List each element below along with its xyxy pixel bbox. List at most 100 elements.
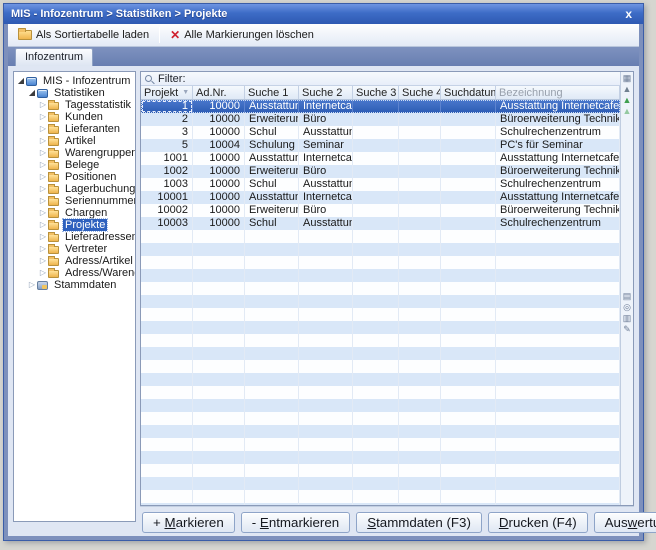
table-row[interactable]: 310000SchulAusstattunSchulrechenzentrum	[141, 126, 620, 139]
column-header-label: Suche 4	[402, 87, 441, 99]
table-cell: Ausstattun	[299, 178, 353, 191]
expand-arrow-icon[interactable]: ▷	[38, 147, 48, 159]
column-header-suche-4[interactable]: Suche 4	[399, 86, 441, 99]
mark-button[interactable]: + Markieren	[142, 512, 235, 533]
master-data-button[interactable]: Stammdaten (F3)	[356, 512, 482, 533]
tree-item-artikel[interactable]: ▷Artikel	[14, 135, 135, 147]
print-button[interactable]: Drucken (F4)	[488, 512, 588, 533]
tree-item-projekte[interactable]: ▷Projekte	[14, 219, 135, 231]
table-cell	[353, 321, 399, 334]
table-cell	[353, 243, 399, 256]
column-header-suchdatum[interactable]: Suchdatum	[441, 86, 496, 99]
records-icon[interactable]	[622, 291, 633, 302]
tree-item-statistiken[interactable]: ◢Statistiken	[14, 87, 135, 99]
layout-icon[interactable]	[622, 313, 633, 324]
table-row[interactable]: 100210000ErweiterunBüroBüroerweiterung T…	[141, 165, 620, 178]
tree-item-vertreter[interactable]: ▷Vertreter	[14, 243, 135, 255]
tree-item-tagesstatistik[interactable]: ▷Tagesstatistik	[14, 99, 135, 111]
expand-arrow-icon[interactable]: ▷	[38, 159, 48, 171]
column-header-suche-2[interactable]: Suche 2	[299, 86, 353, 99]
column-header-ad-nr[interactable]: Ad.Nr.	[193, 86, 245, 99]
tree-item-warengruppen[interactable]: ▷Warengruppen	[14, 147, 135, 159]
table-row[interactable]: 110000AusstattunInternetcaAusstattung In…	[141, 100, 620, 113]
tree-item-lagerbuchungen[interactable]: ▷Lagerbuchungen	[14, 183, 135, 195]
load-as-sort-table-button-label: Als Sortiertabelle laden	[36, 29, 149, 41]
expand-arrow-icon[interactable]: ▷	[38, 255, 48, 267]
expand-arrow-icon[interactable]: ▷	[38, 219, 48, 231]
expand-arrow-icon[interactable]: ▷	[38, 171, 48, 183]
main-toolbar: Als Sortiertabelle laden ✕Alle Markierung…	[8, 24, 639, 47]
tree-item-chargen[interactable]: ▷Chargen	[14, 207, 135, 219]
table-row[interactable]: 1000310000SchulAusstattunSchulrechenzent…	[141, 217, 620, 230]
collapse-arrow-icon[interactable]: ◢	[27, 87, 37, 99]
folder-icon	[48, 269, 60, 278]
filter-row[interactable]: Filter:	[141, 72, 620, 86]
table-row[interactable]: 1000210000ErweiterunBüroBüroerweiterung …	[141, 204, 620, 217]
folder-icon	[48, 257, 60, 266]
column-header-suche-1[interactable]: Suche 1	[245, 86, 299, 99]
zoom-icon[interactable]	[622, 302, 633, 313]
scroll-prev-icon[interactable]	[622, 106, 633, 117]
table-cell	[299, 282, 353, 295]
table-cell: 10000	[193, 217, 245, 230]
empty-table-row	[141, 438, 620, 451]
scroll-first-icon[interactable]	[622, 84, 633, 95]
expand-arrow-icon[interactable]: ▷	[38, 267, 48, 279]
table-cell	[193, 269, 245, 282]
expand-arrow-icon[interactable]: ▷	[38, 123, 48, 135]
clear-all-marks-button[interactable]: ✕Alle Markierungen löschen	[164, 27, 320, 43]
empty-table-row	[141, 425, 620, 438]
close-button[interactable]: x	[621, 8, 636, 20]
tab-infozentrum[interactable]: Infozentrum	[15, 48, 93, 66]
table-cell	[193, 334, 245, 347]
table-cell	[399, 308, 441, 321]
tree-item-adress-warengruppen[interactable]: ▷Adress/Warengruppen	[14, 267, 135, 279]
scroll-up-icon[interactable]	[622, 95, 633, 106]
table-cell: Schulung	[245, 139, 299, 152]
tree-item-kunden[interactable]: ▷Kunden	[14, 111, 135, 123]
expand-arrow-icon[interactable]: ▷	[38, 183, 48, 195]
column-header-bezeichnung[interactable]: Bezeichnung	[496, 86, 620, 99]
tree-item-lieferanten[interactable]: ▷Lieferanten	[14, 123, 135, 135]
tree-item-positionen[interactable]: ▷Positionen	[14, 171, 135, 183]
table-row[interactable]: 1000110000AusstattunInternetcaAusstattun…	[141, 191, 620, 204]
expand-arrow-icon[interactable]: ▷	[38, 207, 48, 219]
table-cell	[353, 113, 399, 126]
table-row[interactable]: 510004SchulungSeminarPC's für Seminar	[141, 139, 620, 152]
table-cell	[299, 386, 353, 399]
expand-arrow-icon[interactable]: ▷	[27, 279, 37, 291]
tree-item-mis-infozentrum[interactable]: ◢MIS - Infozentrum	[14, 75, 135, 87]
expand-arrow-icon[interactable]: ▷	[38, 111, 48, 123]
table-row[interactable]: 100110000AusstattunInternetcaAusstattung…	[141, 152, 620, 165]
table-cell	[441, 139, 496, 152]
expand-arrow-icon[interactable]: ▷	[38, 243, 48, 255]
tree-item-lieferadressen[interactable]: ▷Lieferadressen	[14, 231, 135, 243]
load-as-sort-table-button[interactable]: Als Sortiertabelle laden	[12, 27, 155, 43]
edit-icon[interactable]	[622, 324, 633, 335]
empty-table-row	[141, 295, 620, 308]
expand-arrow-icon[interactable]: ▷	[38, 99, 48, 111]
column-header-suche-3[interactable]: Suche 3	[353, 86, 399, 99]
tree-item-seriennummern[interactable]: ▷Seriennummern	[14, 195, 135, 207]
expand-arrow-icon[interactable]: ▷	[38, 231, 48, 243]
unmark-button[interactable]: - Entmarkieren	[241, 512, 350, 533]
tree-item-stammdaten[interactable]: ▷Stammdaten	[14, 279, 135, 291]
tree-item-belege[interactable]: ▷Belege	[14, 159, 135, 171]
column-chooser-icon[interactable]	[622, 73, 633, 84]
expand-arrow-icon[interactable]: ▷	[38, 195, 48, 207]
table-cell	[193, 477, 245, 490]
table-cell	[141, 386, 193, 399]
column-header-projekt[interactable]: Projekt▼	[141, 86, 193, 99]
table-row[interactable]: 210000ErweiterunBüroBüroerweiterung Tech…	[141, 113, 620, 126]
table-cell	[353, 256, 399, 269]
expand-arrow-icon[interactable]: ▷	[38, 135, 48, 147]
table-row[interactable]: 100310000SchulAusstattunSchulrechenzentr…	[141, 178, 620, 191]
tree-item-adress-artikel[interactable]: ▷Adress/Artikel	[14, 255, 135, 267]
evaluate-button[interactable]: Auswertung (Return)	[594, 512, 656, 533]
table-cell: Schulrechenzentrum	[496, 217, 620, 230]
collapse-arrow-icon[interactable]: ◢	[16, 75, 26, 87]
table-cell: 10002	[141, 204, 193, 217]
table-cell	[441, 399, 496, 412]
table-cell	[299, 425, 353, 438]
table-cell	[441, 295, 496, 308]
